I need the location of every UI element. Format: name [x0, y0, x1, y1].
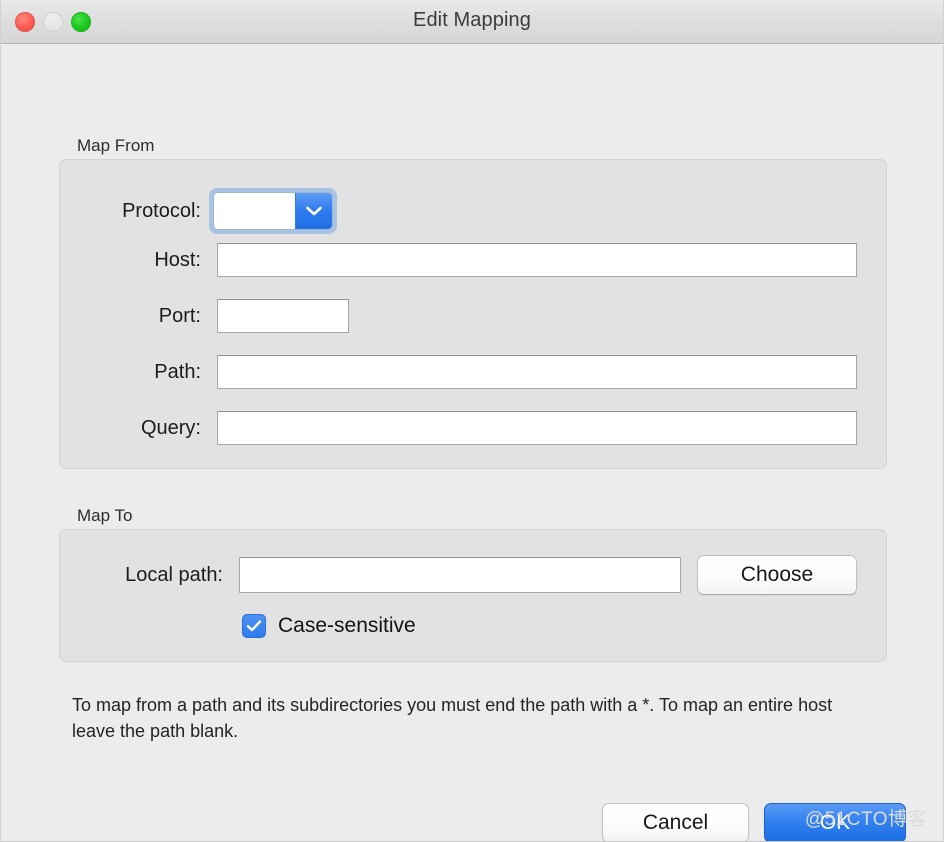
local-path-label: Local path:	[125, 563, 223, 586]
query-label: Query:	[140, 416, 201, 439]
protocol-row: Protocol:	[1, 188, 341, 234]
watermark: @51CTO博客	[804, 809, 927, 830]
window-titlebar: Edit Mapping	[1, 0, 943, 44]
case-sensitive-row: Case-sensitive	[1, 614, 416, 638]
path-input[interactable]	[217, 355, 857, 389]
map-from-group-label: Map From	[77, 136, 155, 155]
port-input[interactable]	[217, 299, 349, 333]
local-path-row: Local path: Choose	[1, 555, 857, 595]
map-to-group-label: Map To	[77, 506, 133, 525]
query-input[interactable]	[217, 411, 857, 445]
protocol-combobox-body[interactable]	[213, 192, 333, 230]
protocol-label: Protocol:	[122, 199, 201, 222]
host-label: Host:	[154, 248, 201, 271]
path-label: Path:	[154, 360, 201, 383]
host-input[interactable]	[217, 243, 857, 277]
case-sensitive-label[interactable]: Case-sensitive	[278, 614, 416, 638]
protocol-combobox[interactable]	[209, 188, 337, 234]
map-to-group-box	[59, 529, 887, 662]
protocol-value[interactable]	[214, 193, 295, 229]
port-label: Port:	[158, 304, 201, 327]
case-sensitive-checkbox[interactable]	[242, 614, 266, 638]
path-row: Path:	[1, 355, 857, 389]
dialog-content: Map From Protocol: Host: Port: Path: Que…	[1, 44, 943, 841]
checkmark-icon	[246, 620, 262, 632]
port-row: Port:	[1, 299, 349, 333]
chevron-down-icon[interactable]	[295, 193, 332, 229]
window-title: Edit Mapping	[413, 9, 531, 31]
choose-button[interactable]: Choose	[697, 555, 857, 595]
host-row: Host:	[1, 243, 857, 277]
local-path-input[interactable]	[239, 557, 681, 593]
query-row: Query:	[1, 411, 857, 445]
edit-mapping-dialog: Edit Mapping Map From Protocol: Host: Po…	[0, 0, 944, 842]
cancel-button[interactable]: Cancel	[602, 803, 749, 841]
help-text: To map from a path and its subdirectorie…	[72, 695, 833, 741]
